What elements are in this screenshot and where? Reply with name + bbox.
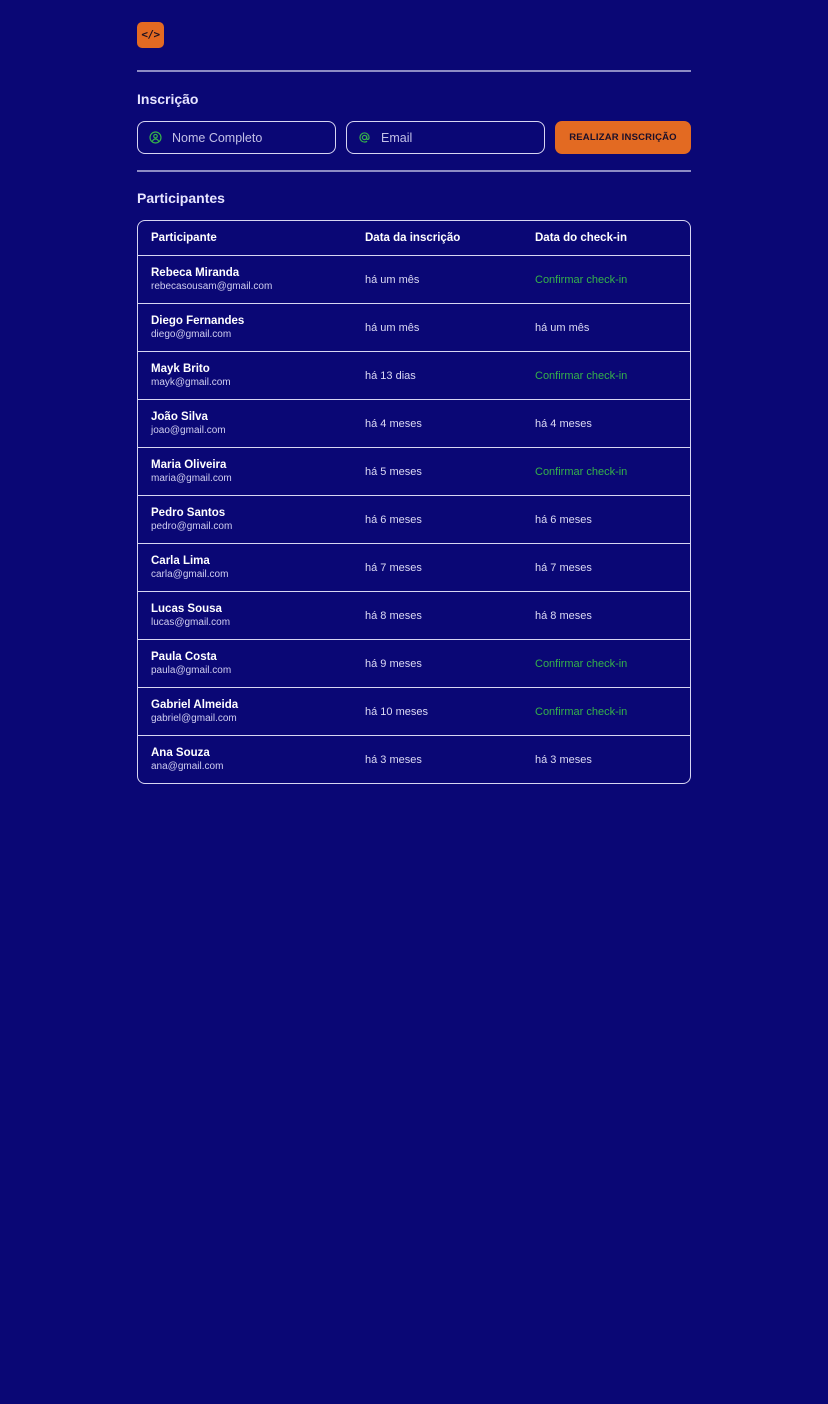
participant-email: mayk@gmail.com — [151, 377, 231, 388]
name-field[interactable] — [137, 121, 336, 154]
participant-name: Rebeca Miranda — [151, 267, 240, 279]
participant-email: maria@gmail.com — [151, 473, 232, 484]
participant-cell: Carla Lima carla@gmail.com — [138, 543, 365, 592]
checkin-cell: Confirmar check-in — [535, 351, 690, 400]
registration-date: há 4 meses — [365, 399, 535, 448]
registration-date: há um mês — [365, 255, 535, 304]
confirm-checkin-link[interactable]: Confirmar check-in — [535, 658, 627, 670]
table-row: Mayk Brito mayk@gmail.com há 13 dias Confir… — [138, 351, 690, 400]
participant-name: Mayk Brito — [151, 363, 210, 375]
participant-email: joao@gmail.com — [151, 425, 226, 436]
column-header-registration-date: Data da inscrição — [365, 221, 535, 256]
registration-date: há 6 meses — [365, 495, 535, 544]
participant-cell: Diego Fernandes diego@gmail.com — [138, 303, 365, 352]
name-input[interactable] — [172, 130, 322, 145]
at-sign-icon — [359, 132, 370, 143]
registration-date: há 5 meses — [365, 447, 535, 496]
participant-cell: Ana Souza ana@gmail.com — [138, 736, 365, 784]
registration-date: há 9 meses — [365, 639, 535, 688]
participant-cell: Rebeca Miranda rebecasousam@gmail.com — [138, 255, 365, 304]
participant-name: Pedro Santos — [151, 507, 226, 519]
participant-email: rebecasousam@gmail.com — [151, 281, 273, 292]
column-header-participant: Participante — [138, 221, 365, 256]
user-circle-icon — [149, 131, 162, 144]
checkin-date: há 4 meses — [535, 399, 690, 448]
registration-title: Inscrição — [137, 91, 199, 107]
participant-email: ana@gmail.com — [151, 761, 224, 772]
participant-cell: Paula Costa paula@gmail.com — [138, 639, 365, 688]
participant-email: pedro@gmail.com — [151, 521, 233, 532]
participant-email: diego@gmail.com — [151, 329, 232, 340]
participant-cell: Maria Oliveira maria@gmail.com — [138, 447, 365, 496]
table-row: Carla Lima carla@gmail.com há 7 meses há 7 … — [138, 543, 690, 592]
participant-cell: Lucas Sousa lucas@gmail.com — [138, 591, 365, 640]
registration-date: há 7 meses — [365, 543, 535, 592]
table-row: Rebeca Miranda rebecasousam@gmail.com há u… — [138, 255, 690, 304]
registration-date: há 13 dias — [365, 351, 535, 400]
table-row: Lucas Sousa lucas@gmail.com há 8 meses há 8… — [138, 591, 690, 640]
confirm-checkin-link[interactable]: Confirmar check-in — [535, 370, 627, 382]
registration-date: há 3 meses — [365, 753, 422, 766]
participant-name: Gabriel Almeida — [151, 699, 239, 711]
participants-table-body: Rebeca Miranda rebecasousam@gmail.com há u… — [138, 255, 690, 784]
table-row: Gabriel Almeida gabriel@gmail.com há 10 me… — [138, 687, 690, 736]
table-header-row: Participante Data da inscrição Data do c… — [138, 221, 690, 256]
code-logo-icon: </> — [137, 22, 164, 48]
column-header-checkin-date: Data do check-in — [535, 221, 690, 256]
participant-name: Ana Souza — [151, 747, 210, 759]
submit-registration-button[interactable]: REALIZAR INSCRIÇÃO — [555, 121, 691, 154]
participant-cell: Gabriel Almeida gabriel@gmail.com — [138, 687, 365, 736]
checkin-cell: Confirmar check-in — [535, 255, 690, 304]
table-row: Ana Souza ana@gmail.com há 3 meses há 3 mes… — [138, 736, 690, 784]
participant-email: carla@gmail.com — [151, 569, 229, 580]
participant-name: João Silva — [151, 411, 208, 423]
checkin-cell: Confirmar check-in — [535, 639, 690, 688]
participant-email: paula@gmail.com — [151, 665, 232, 676]
participant-email: lucas@gmail.com — [151, 617, 231, 628]
participant-name: Paula Costa — [151, 651, 217, 663]
participant-cell: Mayk Brito mayk@gmail.com — [138, 351, 365, 400]
participants-title: Participantes — [137, 190, 225, 206]
participant-name: Diego Fernandes — [151, 315, 245, 327]
registration-date: há 10 meses — [365, 687, 535, 736]
participant-cell: João Silva joao@gmail.com — [138, 399, 365, 448]
registration-date: há um mês — [365, 303, 535, 352]
top-divider — [137, 70, 691, 72]
participant-name: Lucas Sousa — [151, 603, 222, 615]
participant-name: Carla Lima — [151, 555, 210, 567]
table-row: Paula Costa paula@gmail.com há 9 meses Conf… — [138, 639, 690, 688]
confirm-checkin-link[interactable]: Confirmar check-in — [535, 706, 627, 718]
participants-table-container: Participante Data da inscrição Data do c… — [137, 220, 691, 784]
checkin-cell: Confirmar check-in — [535, 687, 690, 736]
participant-cell: Pedro Santos pedro@gmail.com — [138, 495, 365, 544]
checkin-date: há 7 meses — [535, 543, 690, 592]
confirm-checkin-link[interactable]: Confirmar check-in — [535, 466, 627, 478]
email-input[interactable] — [381, 130, 531, 145]
table-row: João Silva joao@gmail.com há 4 meses há 4 m… — [138, 399, 690, 448]
checkin-date: há 3 meses — [535, 753, 592, 766]
checkin-cell: Confirmar check-in — [535, 447, 690, 496]
registration-date: há 8 meses — [365, 591, 535, 640]
table-row: Diego Fernandes diego@gmail.com há um mês h… — [138, 303, 690, 352]
checkin-date: há um mês — [535, 303, 690, 352]
checkin-date: há 8 meses — [535, 591, 690, 640]
table-row: Maria Oliveira maria@gmail.com há 5 meses C… — [138, 447, 690, 496]
participants-table: Participante Data da inscrição Data do c… — [138, 221, 690, 783]
email-field[interactable] — [346, 121, 545, 154]
section-divider — [137, 170, 691, 172]
participant-email: gabriel@gmail.com — [151, 713, 237, 724]
table-row: Pedro Santos pedro@gmail.com há 6 meses há … — [138, 495, 690, 544]
participant-name: Maria Oliveira — [151, 459, 227, 471]
checkin-date: há 6 meses — [535, 495, 690, 544]
confirm-checkin-link[interactable]: Confirmar check-in — [535, 274, 627, 286]
